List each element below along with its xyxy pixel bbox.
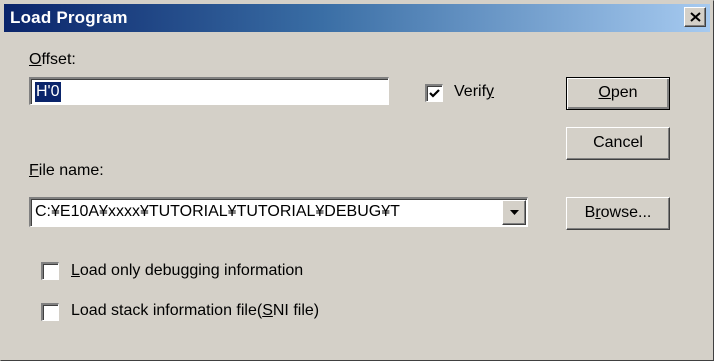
debug-only-checkbox[interactable] xyxy=(41,262,59,280)
close-icon xyxy=(690,12,701,22)
browse-button[interactable]: Browse... xyxy=(566,197,670,230)
verify-label: Verify xyxy=(454,83,495,100)
debug-only-label: Load only debugging information xyxy=(71,262,304,279)
offset-label: Offset: xyxy=(29,51,76,68)
file-name-label: File name: xyxy=(29,162,104,179)
close-button[interactable] xyxy=(684,7,706,27)
cancel-button[interactable]: Cancel xyxy=(566,127,670,160)
load-program-dialog: Load Program Offset: H'0 Verify File nam… xyxy=(0,0,714,361)
open-button[interactable]: Open xyxy=(566,77,670,110)
title-bar: Load Program xyxy=(4,4,710,32)
offset-value: H'0 xyxy=(35,82,61,102)
checkmark-icon xyxy=(429,89,440,98)
offset-input[interactable]: H'0 xyxy=(29,77,389,105)
stack-info-label: Load stack information file(SNI file) xyxy=(71,302,320,319)
file-name-dropdown-button[interactable] xyxy=(502,200,526,225)
chevron-down-icon xyxy=(510,210,519,215)
verify-checkbox[interactable] xyxy=(425,84,443,102)
file-name-combobox[interactable]: C:¥E10A¥xxxx¥TUTORIAL¥TUTORIAL¥DEBUG¥T xyxy=(29,197,528,227)
stack-info-checkbox[interactable] xyxy=(41,303,59,321)
file-name-value: C:¥E10A¥xxxx¥TUTORIAL¥TUTORIAL¥DEBUG¥T xyxy=(35,203,400,220)
window-title: Load Program xyxy=(10,8,128,27)
